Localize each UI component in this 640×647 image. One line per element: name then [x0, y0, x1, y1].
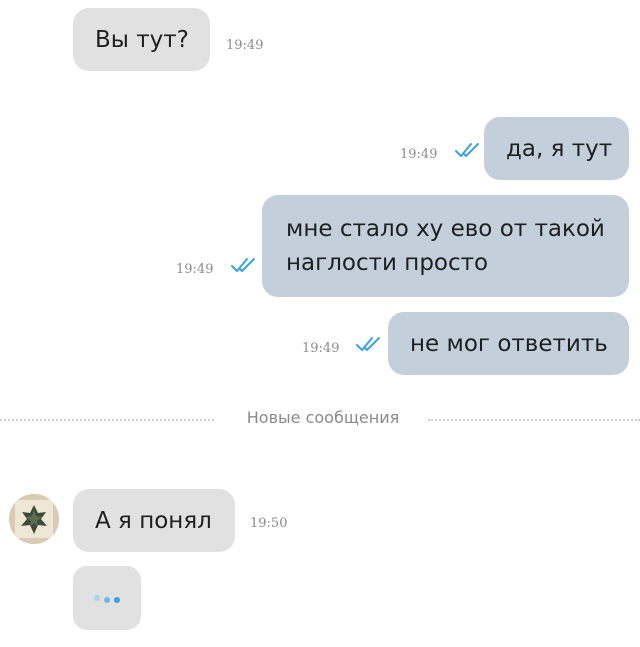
- message-bubble-outgoing[interactable]: мне стало ху ево от такой наглости прост…: [262, 195, 629, 297]
- double-check-icon: [231, 258, 255, 272]
- message-timestamp: 19:50: [250, 516, 288, 531]
- message-bubble-incoming[interactable]: А я понял: [73, 489, 235, 552]
- message-text: А я понял: [95, 508, 212, 534]
- typing-dot: [94, 595, 100, 601]
- avatar-image: [9, 494, 59, 544]
- message-text-line: наглости просто: [286, 250, 489, 276]
- message-timestamp: 19:49: [302, 341, 340, 356]
- message-bubble-outgoing[interactable]: да, я тут: [484, 117, 629, 180]
- message-timestamp: 19:49: [176, 262, 214, 277]
- typing-dot: [114, 597, 120, 603]
- divider-line-left: [0, 419, 214, 421]
- message-bubble-outgoing[interactable]: не мог ответить: [388, 312, 629, 375]
- user-avatar-icon[interactable]: [9, 494, 59, 544]
- double-check-icon: [356, 337, 380, 351]
- double-check-icon: [455, 143, 479, 157]
- message-text: не мог ответить: [410, 331, 608, 357]
- message-text: да, я тут: [506, 136, 613, 162]
- divider-line-right: [428, 419, 640, 421]
- divider-label: Новые сообщения: [246, 408, 400, 427]
- message-timestamp: 19:49: [400, 147, 438, 162]
- typing-dot: [104, 597, 110, 603]
- typing-indicator: [73, 566, 141, 630]
- message-text-line: мне стало ху ево от такой: [286, 216, 605, 242]
- message-timestamp: 19:49: [226, 38, 264, 53]
- message-bubble-incoming[interactable]: Вы тут?: [73, 8, 210, 71]
- message-text: Вы тут?: [95, 27, 189, 53]
